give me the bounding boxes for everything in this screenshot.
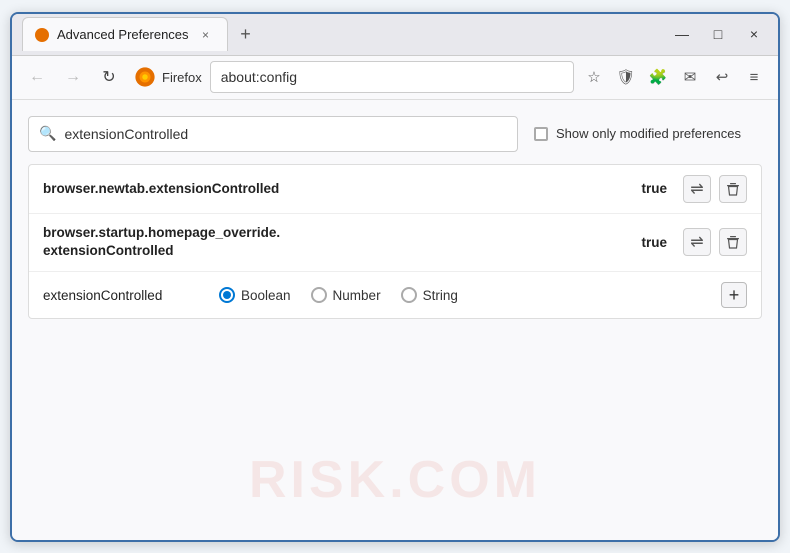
new-tab-button[interactable]: + <box>232 20 260 48</box>
content-area: RISK.COM 🔍 extensionControlled Show only… <box>12 100 778 540</box>
radio-number-circle[interactable] <box>311 287 327 303</box>
address-text: about:config <box>221 69 297 85</box>
forward-button[interactable]: → <box>58 62 88 92</box>
radio-boolean[interactable]: Boolean <box>219 287 291 303</box>
pref-delete-button-2[interactable] <box>719 228 747 256</box>
show-modified-checkbox[interactable] <box>534 127 548 141</box>
pref-toggle-button-1[interactable]: ⇌ <box>683 175 711 203</box>
pref-row-2: browser.startup.homepage_override. exten… <box>29 214 761 273</box>
new-pref-row: extensionControlled Boolean Number Strin… <box>29 272 761 318</box>
pref-name-2: browser.startup.homepage_override. exten… <box>43 224 633 262</box>
search-icon: 🔍 <box>39 125 56 142</box>
search-row: 🔍 extensionControlled Show only modified… <box>28 116 762 152</box>
radio-string-label: String <box>423 288 458 303</box>
toolbar: ← → ↻ Firefox about:config ☆ 🛡 🧩 ✉ ↩ ≡ <box>12 56 778 100</box>
firefox-logo-icon <box>134 66 156 88</box>
radio-boolean-circle[interactable] <box>219 287 235 303</box>
radio-number-label: Number <box>333 288 381 303</box>
browser-window: Advanced Preferences × + — □ × ← → ↻ Fir… <box>10 12 780 542</box>
toolbar-icons: ☆ 🛡 🧩 ✉ ↩ ≡ <box>580 63 768 91</box>
reload-button[interactable]: ↻ <box>94 62 124 92</box>
pocket-icon[interactable]: 🛡 <box>612 63 640 91</box>
pref-actions-2: ⇌ <box>683 228 747 256</box>
trash-icon-2 <box>726 235 740 249</box>
preferences-table: browser.newtab.extensionControlled true … <box>28 164 762 320</box>
back2-icon[interactable]: ↩ <box>708 63 736 91</box>
pref-name-2-line1: browser.startup.homepage_override. <box>43 225 280 240</box>
pref-value-2: true <box>641 235 667 250</box>
add-preference-button[interactable]: + <box>721 282 747 308</box>
pref-value-1: true <box>641 181 667 196</box>
minimize-button[interactable]: — <box>668 20 696 48</box>
title-bar: Advanced Preferences × + — □ × <box>12 14 778 56</box>
window-controls: — □ × <box>668 20 768 48</box>
extension-icon[interactable]: 🧩 <box>644 63 672 91</box>
show-modified-label: Show only modified preferences <box>556 126 741 141</box>
pref-name-2-line2: extensionControlled <box>43 243 174 258</box>
mail-icon[interactable]: ✉ <box>676 63 704 91</box>
tab-title: Advanced Preferences <box>57 27 189 42</box>
radio-string[interactable]: String <box>401 287 458 303</box>
pref-name-1: browser.newtab.extensionControlled <box>43 181 633 196</box>
tab-favicon <box>35 28 49 42</box>
window-close-button[interactable]: × <box>740 20 768 48</box>
menu-icon[interactable]: ≡ <box>740 63 768 91</box>
pref-toggle-button-2[interactable]: ⇌ <box>683 228 711 256</box>
search-box[interactable]: 🔍 extensionControlled <box>28 116 518 152</box>
show-modified-checkbox-row[interactable]: Show only modified preferences <box>534 126 741 141</box>
back-button[interactable]: ← <box>22 62 52 92</box>
trash-icon-1 <box>726 182 740 196</box>
address-bar[interactable]: about:config <box>210 61 574 93</box>
tab-close-button[interactable]: × <box>197 26 215 44</box>
radio-boolean-label: Boolean <box>241 288 291 303</box>
maximize-button[interactable]: □ <box>704 20 732 48</box>
pref-actions-1: ⇌ <box>683 175 747 203</box>
pref-delete-button-1[interactable] <box>719 175 747 203</box>
radio-group: Boolean Number String <box>219 287 458 303</box>
radio-number[interactable]: Number <box>311 287 381 303</box>
browser-name: Firefox <box>162 70 202 85</box>
new-pref-name: extensionControlled <box>43 288 203 303</box>
browser-tab[interactable]: Advanced Preferences × <box>22 17 228 51</box>
watermark: RISK.COM <box>249 450 541 510</box>
pref-row-1: browser.newtab.extensionControlled true … <box>29 165 761 214</box>
bookmark-icon[interactable]: ☆ <box>580 63 608 91</box>
radio-string-circle[interactable] <box>401 287 417 303</box>
search-input: extensionControlled <box>64 126 188 142</box>
